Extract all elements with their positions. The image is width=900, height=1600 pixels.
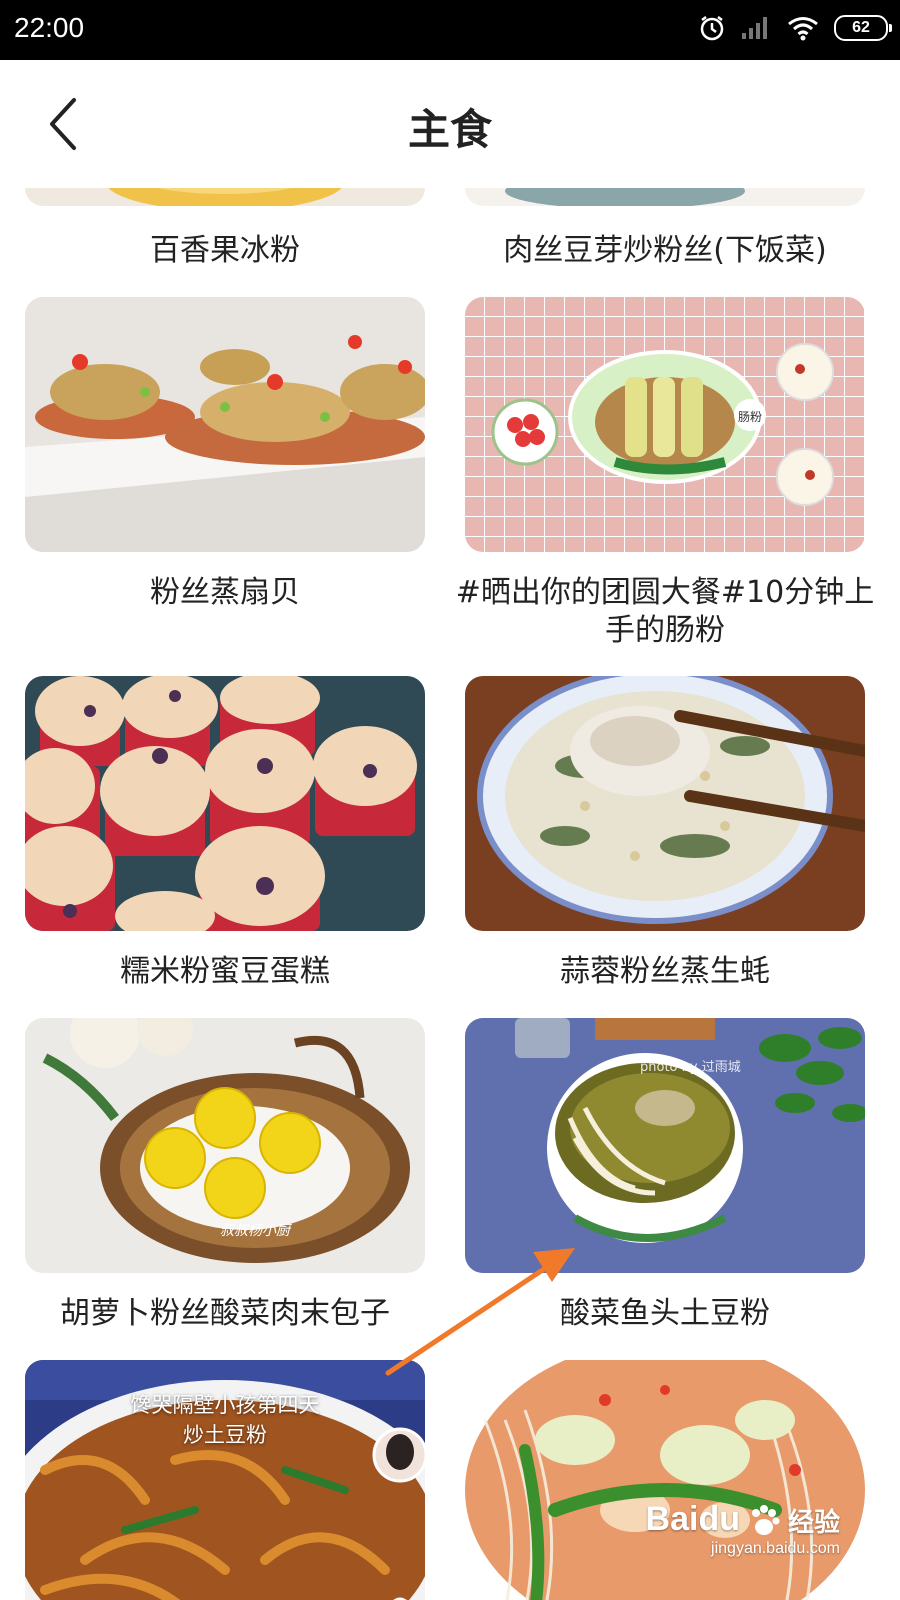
image-caption: 馋哭隔壁小孩第四天 炒土豆粉 <box>130 1393 320 1447</box>
status-bar: 22:00 62 <box>0 0 900 60</box>
recipe-image[interactable] <box>465 676 865 931</box>
recipe-image[interactable]: 肠粉 <box>465 297 865 552</box>
wifi-icon <box>788 17 818 41</box>
sauce-label: 肠粉 <box>738 410 762 424</box>
recipe-title[interactable]: 胡萝卜粉丝酸菜肉末包子 <box>15 1295 435 1333</box>
alarm-icon <box>700 16 724 41</box>
page-title: 主食 <box>407 105 492 154</box>
status-time: 22:00 <box>14 12 85 43</box>
watermark-url: jingyan.baidu.com <box>711 1540 840 1557</box>
watermark-brand: Baidu <box>645 1500 740 1538</box>
recipe-title[interactable]: 粉丝蒸扇贝 <box>15 574 435 612</box>
recipe-image[interactable]: 馋哭隔壁小孩第四天 炒土豆粉 <box>25 1360 425 1600</box>
recipe-grid: 百香果冰粉 肉丝豆芽炒粉丝(下饭菜) 肠粉 粉丝蒸扇贝 #晒出你的团圆大餐#10… <box>0 188 900 1600</box>
recipe-image[interactable] <box>25 188 425 206</box>
recipe-title[interactable]: 糯米粉蜜豆蛋糕 <box>15 953 435 991</box>
recipe-image[interactable] <box>465 188 865 206</box>
nav-bar: 主食 <box>0 60 900 188</box>
battery-indicator: 62 <box>834 15 892 41</box>
image-watermark: 叔叔杨小厨 <box>220 1223 293 1239</box>
recipe-image[interactable] <box>465 1360 865 1600</box>
paw-icon <box>751 1505 780 1535</box>
baidu-watermark: Baidu 经验 jingyan.baidu.com <box>645 1500 840 1557</box>
status-icons: 62 <box>698 14 892 42</box>
signal-icon <box>742 17 767 39</box>
photo-credit: photo by 过雨城 <box>640 1060 741 1075</box>
recipe-title[interactable]: 蒜蓉粉丝蒸生蚝 <box>455 953 875 991</box>
recipe-title[interactable]: 酸菜鱼头土豆粉 <box>455 1295 875 1333</box>
watermark-sub: 经验 <box>787 1507 840 1537</box>
recipe-title[interactable]: #晒出你的团圆大餐#10分钟上手的肠粉 <box>455 574 875 650</box>
recipe-image[interactable]: 叔叔杨小厨 <box>25 1018 425 1273</box>
recipe-image[interactable] <box>25 676 425 931</box>
recipe-title[interactable]: 百香果冰粉 <box>15 232 435 270</box>
recipe-image[interactable] <box>25 297 425 552</box>
recipe-title[interactable]: 肉丝豆芽炒粉丝(下饭菜) <box>455 232 875 270</box>
recipe-image[interactable]: photo by 过雨城 <box>465 1018 865 1273</box>
